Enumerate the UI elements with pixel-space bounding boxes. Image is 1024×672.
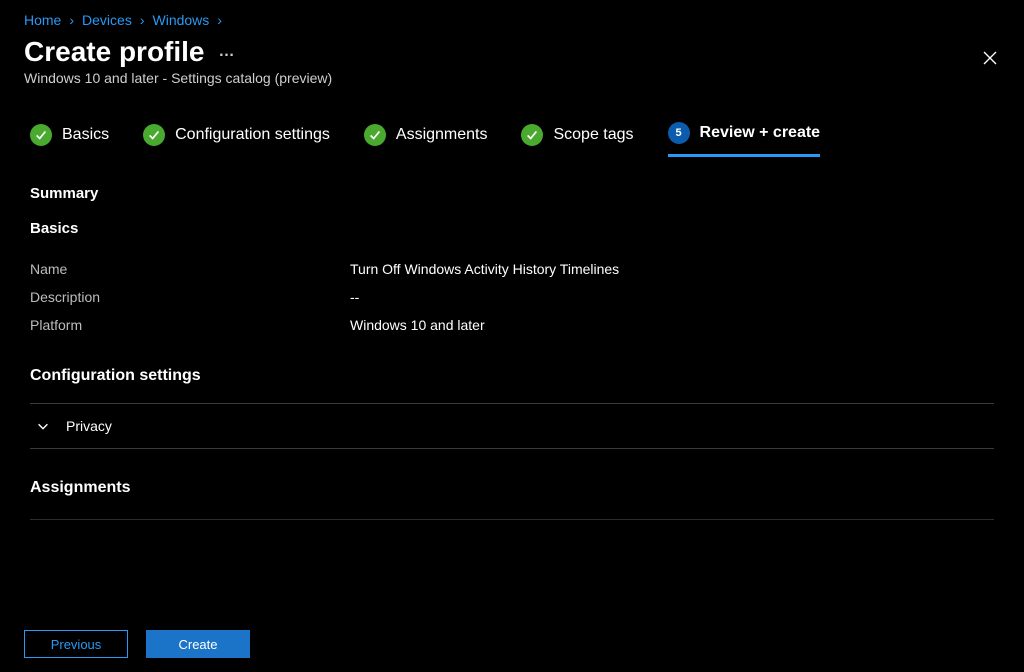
step-configuration-settings[interactable]: Configuration settings — [143, 124, 330, 156]
divider — [30, 519, 994, 520]
page-subtitle: Windows 10 and later - Settings catalog … — [24, 70, 976, 86]
step-number-badge: 5 — [668, 122, 690, 144]
step-review-create[interactable]: 5 Review + create — [668, 122, 821, 157]
summary-panel: Summary Basics Name Turn Off Windows Act… — [0, 157, 1024, 520]
wizard-footer: Previous Create — [0, 616, 1024, 672]
page-header: Create profile … Windows 10 and later - … — [0, 32, 1024, 86]
chevron-right-icon: › — [140, 12, 145, 28]
kv-label: Platform — [30, 317, 350, 333]
step-review-label: Review + create — [700, 124, 821, 142]
step-assignments[interactable]: Assignments — [364, 124, 488, 156]
breadcrumb: Home › Devices › Windows › — [0, 0, 1024, 32]
breadcrumb-windows[interactable]: Windows — [153, 12, 210, 28]
step-scope-tags[interactable]: Scope tags — [521, 124, 633, 156]
expander-privacy[interactable]: Privacy — [30, 403, 994, 449]
step-basics-label: Basics — [62, 126, 109, 144]
summary-heading: Summary — [30, 185, 994, 202]
kv-value: Turn Off Windows Activity History Timeli… — [350, 261, 619, 277]
check-icon — [364, 124, 386, 146]
kv-row-platform: Platform Windows 10 and later — [30, 311, 994, 339]
previous-button[interactable]: Previous — [24, 630, 128, 658]
kv-value: -- — [350, 289, 359, 305]
wizard-steps: Basics Configuration settings Assignment… — [0, 86, 1024, 157]
assignments-heading: Assignments — [30, 479, 994, 497]
step-config-label: Configuration settings — [175, 126, 330, 144]
kv-row-description: Description -- — [30, 283, 994, 311]
breadcrumb-home[interactable]: Home — [24, 12, 61, 28]
step-basics[interactable]: Basics — [30, 124, 109, 156]
close-icon — [982, 50, 998, 66]
step-scope-tags-label: Scope tags — [553, 126, 633, 144]
kv-row-name: Name Turn Off Windows Activity History T… — [30, 255, 994, 283]
check-icon — [30, 124, 52, 146]
chevron-right-icon: › — [69, 12, 74, 28]
chevron-right-icon: › — [217, 12, 222, 28]
kv-value: Windows 10 and later — [350, 317, 485, 333]
page-title-row: Create profile … — [24, 36, 236, 68]
check-icon — [521, 124, 543, 146]
expander-privacy-label: Privacy — [66, 418, 112, 434]
more-actions-button[interactable]: … — [219, 43, 236, 61]
close-button[interactable] — [976, 44, 1004, 72]
create-button[interactable]: Create — [146, 630, 250, 658]
kv-label: Name — [30, 261, 350, 277]
kv-label: Description — [30, 289, 350, 305]
page-title: Create profile — [24, 36, 205, 68]
breadcrumb-devices[interactable]: Devices — [82, 12, 132, 28]
check-icon — [143, 124, 165, 146]
chevron-down-icon — [36, 419, 50, 433]
config-settings-heading: Configuration settings — [30, 367, 994, 385]
step-assignments-label: Assignments — [396, 126, 488, 144]
basics-heading: Basics — [30, 220, 994, 237]
